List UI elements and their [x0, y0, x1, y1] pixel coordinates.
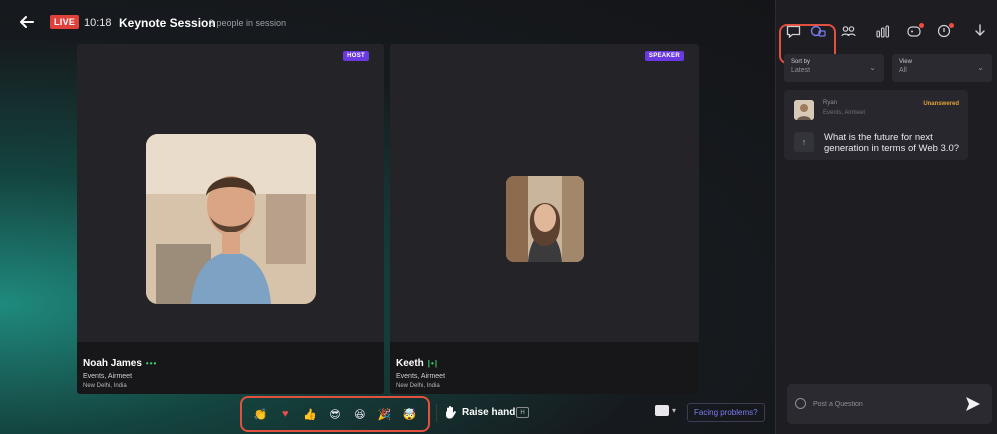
chat-icon — [786, 25, 800, 38]
sort-label: Sort by — [791, 59, 811, 65]
speaker-photo — [146, 134, 316, 304]
reactions-bar: 👏 ♥ 👍 😎 😆 🎉 🤯 — [240, 396, 430, 432]
question-author: Ryan — [823, 100, 838, 106]
clap-icon[interactable]: 👏 — [253, 407, 268, 421]
thumbs-up-icon[interactable]: 👍 — [303, 407, 317, 421]
screen-layout-icon — [655, 405, 669, 416]
back-arrow-icon[interactable] — [18, 13, 36, 31]
question-icon — [795, 398, 806, 409]
view-label: View — [899, 59, 912, 65]
ask-question-input[interactable] — [813, 395, 953, 413]
participant-org: Events, Airmeet — [83, 373, 133, 380]
tab-questions[interactable] — [807, 20, 829, 42]
ask-question-box — [787, 384, 992, 424]
status-badge: Unanswered — [923, 101, 959, 107]
raise-hand-shortcut: H — [516, 407, 529, 418]
panel-tabs — [776, 14, 997, 64]
arrow-up-icon: ↑ — [801, 137, 807, 147]
participant-org: Events, Airmeet — [396, 373, 446, 380]
participant-name-row: Noah James ••• — [83, 358, 157, 369]
tab-chat[interactable] — [782, 20, 804, 42]
audio-level-icon: |•| — [427, 359, 439, 368]
heart-icon[interactable]: ♥ — [278, 407, 292, 421]
live-badge: LIVE — [50, 15, 80, 29]
video-tile-speaker[interactable]: SPEAKER Keeth |•| Events, Airmeet New De… — [390, 44, 699, 394]
raise-hand-button[interactable]: Raise hand — [444, 405, 515, 419]
side-panel: Sort by Latest ⌄ View All ⌄ Ryan Events,… — [775, 0, 997, 434]
participant-location: New Delhi, India — [396, 383, 440, 389]
notification-dot — [949, 23, 954, 28]
layout-selector[interactable]: ▾ — [655, 405, 676, 416]
audio-level-icon: ••• — [145, 359, 158, 368]
people-count[interactable]: 3 people in session — [209, 18, 286, 28]
participant-name: Keeth — [396, 358, 424, 369]
participant-name-row: Keeth |•| — [396, 358, 438, 369]
tab-download[interactable] — [969, 20, 991, 42]
avatar — [794, 100, 814, 120]
question-text: What is the future for next generation i… — [824, 132, 960, 154]
host-badge: HOST — [343, 51, 369, 61]
question-card: Ryan Events, Airmeet Unanswered ↑ What i… — [784, 90, 968, 160]
cool-face-icon[interactable]: 😎 — [328, 407, 342, 421]
hand-icon — [446, 406, 456, 419]
participant-name: Noah James — [83, 358, 142, 369]
download-icon — [975, 24, 985, 36]
toolbar-divider — [436, 404, 437, 422]
question-author-org: Events, Airmeet — [823, 110, 866, 116]
chevron-down-icon: ⌄ — [977, 63, 984, 72]
session-timer: 10:18 — [84, 17, 112, 29]
people-icon — [840, 25, 856, 36]
tab-reactions[interactable] — [903, 20, 925, 42]
send-icon[interactable] — [964, 395, 982, 413]
chevron-down-icon: ▾ — [672, 406, 677, 415]
tab-people[interactable] — [837, 20, 859, 42]
tab-polls[interactable] — [872, 20, 894, 42]
video-tile-host[interactable]: HOST Noah James ••• Events, Airmeet New … — [77, 44, 384, 394]
question-filters: Sort by Latest ⌄ View All ⌄ — [784, 54, 992, 82]
chevron-down-icon: ⌄ — [869, 63, 876, 72]
participant-location: New Delhi, India — [83, 383, 127, 389]
notification-dot — [919, 23, 924, 28]
laugh-face-icon[interactable]: 😆 — [353, 407, 367, 421]
speaker-badge: SPEAKER — [644, 51, 684, 61]
upvote-button[interactable]: ↑ — [794, 132, 814, 152]
session-title: Keynote Session — [119, 16, 216, 30]
facing-problems-button[interactable]: Facing problems? — [687, 403, 765, 422]
tab-notifications[interactable] — [933, 20, 955, 42]
sort-dropdown[interactable]: Sort by Latest ⌄ — [784, 54, 884, 82]
polls-icon — [876, 24, 890, 38]
sort-value: Latest — [791, 67, 811, 74]
questions-icon — [810, 25, 826, 37]
mind-blown-icon[interactable]: 🤯 — [402, 407, 417, 421]
view-value: All — [899, 67, 907, 74]
view-dropdown[interactable]: View All ⌄ — [892, 54, 992, 82]
speaker-photo — [506, 176, 584, 262]
raise-hand-label: Raise hand — [462, 406, 516, 418]
stage: LIVE 10:18 Keynote Session 3 people in s… — [0, 0, 775, 434]
party-popper-icon[interactable]: 🎉 — [378, 407, 392, 421]
